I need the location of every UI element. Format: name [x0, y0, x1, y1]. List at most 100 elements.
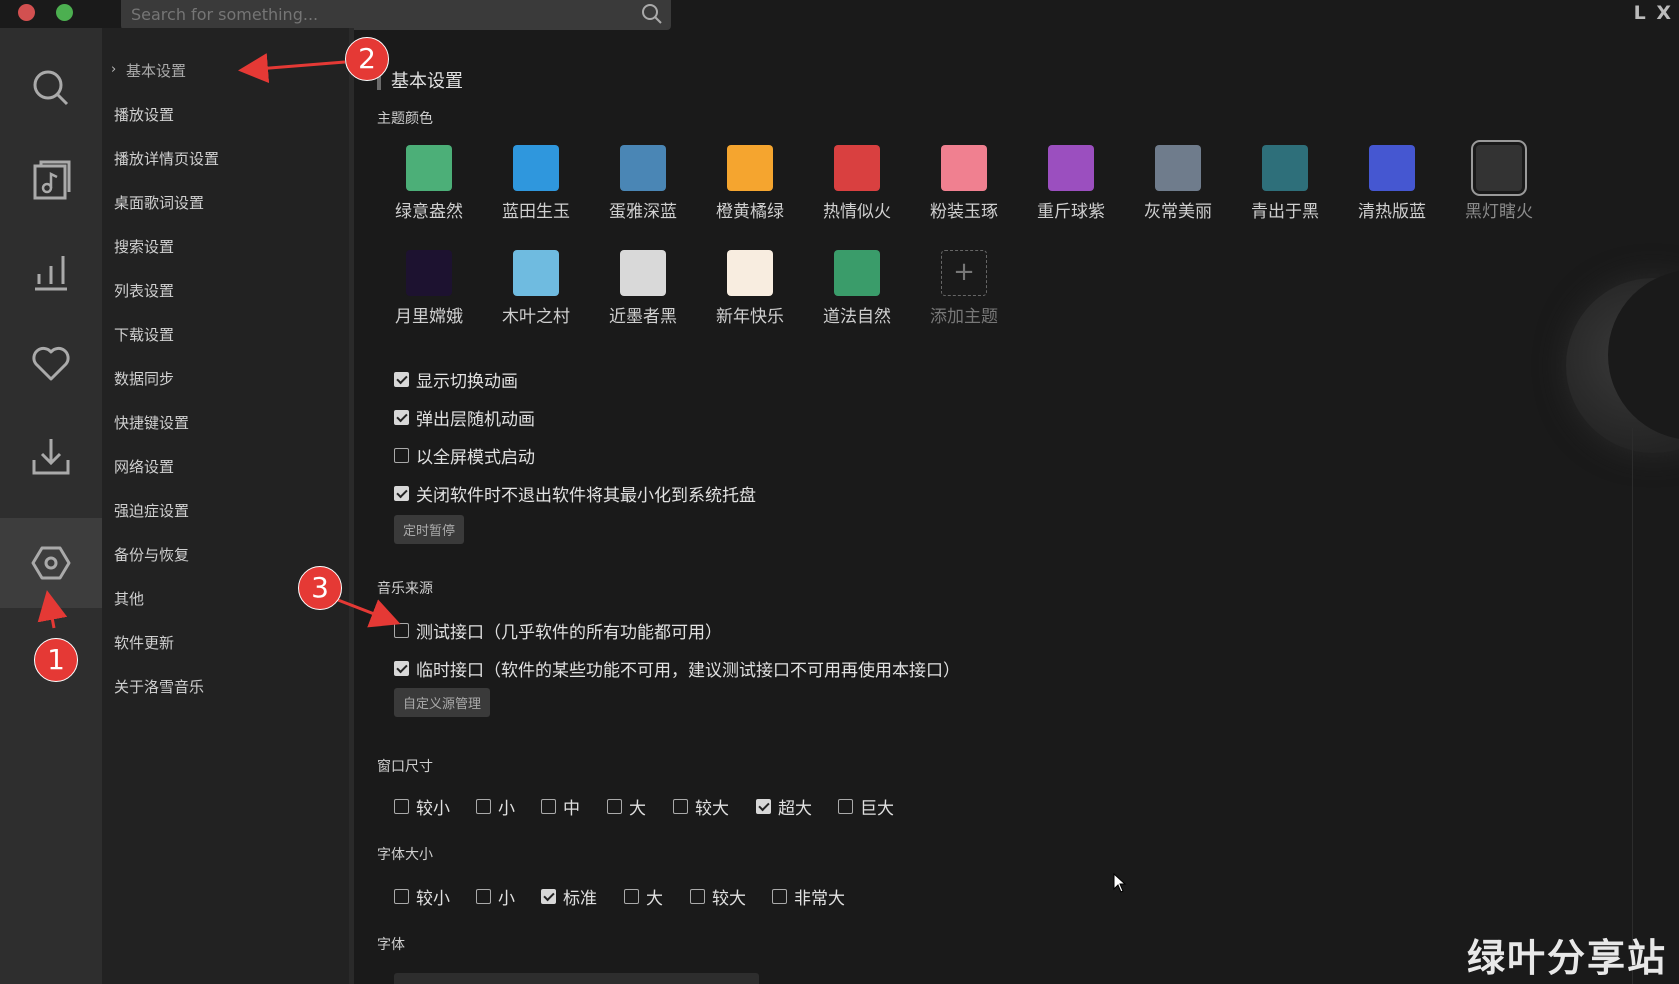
- rail-music[interactable]: [0, 135, 102, 225]
- theme-option[interactable]: 重斤球紫: [1026, 145, 1116, 222]
- rail-favorites[interactable]: [0, 319, 102, 409]
- theme-swatch[interactable]: [727, 145, 773, 191]
- checkbox-unchecked-icon[interactable]: [772, 889, 787, 904]
- theme-swatch[interactable]: [620, 145, 666, 191]
- theme-swatch[interactable]: [620, 250, 666, 296]
- menu-item-about[interactable]: 关于洛雪音乐: [114, 676, 204, 697]
- checkbox-option[interactable]: 非常大: [772, 884, 845, 909]
- theme-option[interactable]: 近墨者黑: [598, 250, 688, 327]
- menu-item-search[interactable]: 搜索设置: [114, 236, 174, 257]
- menu-item-download[interactable]: 下载设置: [114, 324, 174, 345]
- theme-swatch[interactable]: [1048, 145, 1094, 191]
- theme-option[interactable]: 橙黄橘绿: [705, 145, 795, 222]
- rail-search[interactable]: [0, 43, 102, 133]
- checkbox-checked-icon[interactable]: [394, 410, 409, 425]
- theme-swatch[interactable]: [834, 145, 880, 191]
- checkbox-unchecked-icon[interactable]: [607, 799, 622, 814]
- checkbox-option[interactable]: 超大: [756, 794, 812, 819]
- theme-swatch[interactable]: [513, 145, 559, 191]
- custom-source-button[interactable]: 自定义源管理: [394, 688, 491, 717]
- search-box[interactable]: [121, 0, 671, 30]
- theme-swatch[interactable]: [1262, 145, 1308, 191]
- checkbox-unchecked-icon[interactable]: [673, 799, 688, 814]
- add-theme-option[interactable]: + 添加主题: [919, 250, 1009, 327]
- checkbox-unchecked-icon[interactable]: [476, 889, 491, 904]
- window-controls[interactable]: L X: [1634, 2, 1673, 24]
- menu-item-desktop-lyric[interactable]: 桌面歌词设置: [114, 192, 204, 213]
- checkbox-option[interactable]: 小: [476, 794, 515, 819]
- plus-icon[interactable]: +: [941, 250, 987, 296]
- checkbox-checked-icon[interactable]: [394, 486, 409, 501]
- menu-item-sync[interactable]: 数据同步: [114, 368, 174, 389]
- menu-item-update[interactable]: 软件更新: [114, 632, 174, 653]
- theme-option[interactable]: 新年快乐: [705, 250, 795, 327]
- menu-item-network[interactable]: 网络设置: [114, 456, 174, 477]
- checkbox-option[interactable]: 临时接口（软件的某些功能不可用，建议测试接口不可用再使用本接口）: [394, 656, 960, 681]
- checkbox-unchecked-icon[interactable]: [624, 889, 639, 904]
- theme-swatch[interactable]: [834, 250, 880, 296]
- checkbox-option[interactable]: 较大: [673, 794, 729, 819]
- maximize-dot[interactable]: [56, 4, 73, 21]
- checkbox-unchecked-icon[interactable]: [394, 889, 409, 904]
- rail-downloads[interactable]: [0, 411, 102, 501]
- font-select[interactable]: [394, 973, 759, 984]
- theme-swatch[interactable]: [1471, 140, 1527, 196]
- rail-charts[interactable]: [0, 227, 102, 317]
- theme-swatch[interactable]: [513, 250, 559, 296]
- theme-swatch[interactable]: [727, 250, 773, 296]
- checkbox-option[interactable]: 弹出层随机动画: [394, 405, 535, 430]
- theme-option[interactable]: 青出于黑: [1240, 145, 1330, 222]
- theme-option[interactable]: 灰常美丽: [1133, 145, 1223, 222]
- checkbox-unchecked-icon[interactable]: [394, 623, 409, 638]
- menu-item-other[interactable]: 其他: [114, 588, 144, 609]
- theme-swatch[interactable]: [1155, 145, 1201, 191]
- theme-option[interactable]: 黑灯瞎火: [1454, 140, 1544, 222]
- checkbox-option[interactable]: 测试接口（几乎软件的所有功能都可用）: [394, 618, 722, 643]
- checkbox-unchecked-icon[interactable]: [394, 799, 409, 814]
- checkbox-checked-icon[interactable]: [541, 889, 556, 904]
- checkbox-unchecked-icon[interactable]: [541, 799, 556, 814]
- checkbox-option[interactable]: 显示切换动画: [394, 367, 518, 392]
- checkbox-option[interactable]: 较小: [394, 794, 450, 819]
- theme-option[interactable]: 清热版蓝: [1347, 145, 1437, 222]
- checkbox-checked-icon[interactable]: [394, 661, 409, 676]
- checkbox-option[interactable]: 巨大: [838, 794, 894, 819]
- theme-swatch[interactable]: [406, 145, 452, 191]
- theme-option[interactable]: 热情似火: [812, 145, 902, 222]
- checkbox-unchecked-icon[interactable]: [394, 448, 409, 463]
- checkbox-checked-icon[interactable]: [756, 799, 771, 814]
- theme-option[interactable]: 粉装玉琢: [919, 145, 1009, 222]
- theme-swatch[interactable]: [941, 145, 987, 191]
- search-input[interactable]: [129, 2, 623, 26]
- theme-option[interactable]: 木叶之村: [491, 250, 581, 327]
- checkbox-option[interactable]: 标准: [541, 884, 597, 909]
- checkbox-option[interactable]: 大: [607, 794, 646, 819]
- theme-option[interactable]: 道法自然: [812, 250, 902, 327]
- checkbox-unchecked-icon[interactable]: [838, 799, 853, 814]
- checkbox-unchecked-icon[interactable]: [690, 889, 705, 904]
- checkbox-option[interactable]: 中: [541, 794, 580, 819]
- checkbox-option[interactable]: 大: [624, 884, 663, 909]
- theme-swatch[interactable]: [1369, 145, 1415, 191]
- menu-item-ocd[interactable]: 强迫症设置: [114, 500, 189, 521]
- close-dot[interactable]: [18, 4, 35, 21]
- checkbox-option[interactable]: 以全屏模式启动: [394, 443, 535, 468]
- timer-pause-button[interactable]: 定时暂停: [394, 515, 465, 544]
- search-icon[interactable]: [641, 3, 663, 25]
- theme-option[interactable]: 蛋雅深蓝: [598, 145, 688, 222]
- menu-item-backup[interactable]: 备份与恢复: [114, 544, 189, 565]
- rail-settings[interactable]: [0, 518, 102, 608]
- menu-item-basic[interactable]: 基本设置: [126, 60, 186, 81]
- checkbox-option[interactable]: 较小: [394, 884, 450, 909]
- checkbox-option[interactable]: 较大: [690, 884, 746, 909]
- menu-item-play-detail[interactable]: 播放详情页设置: [114, 148, 219, 169]
- menu-item-play[interactable]: 播放设置: [114, 104, 174, 125]
- theme-option[interactable]: 绿意盎然: [384, 145, 474, 222]
- checkbox-unchecked-icon[interactable]: [476, 799, 491, 814]
- checkbox-option[interactable]: 关闭软件时不退出软件将其最小化到系统托盘: [394, 481, 756, 506]
- menu-item-list[interactable]: 列表设置: [114, 280, 174, 301]
- checkbox-option[interactable]: 小: [476, 884, 515, 909]
- theme-swatch[interactable]: [406, 250, 452, 296]
- theme-option[interactable]: 蓝田生玉: [491, 145, 581, 222]
- checkbox-checked-icon[interactable]: [394, 372, 409, 387]
